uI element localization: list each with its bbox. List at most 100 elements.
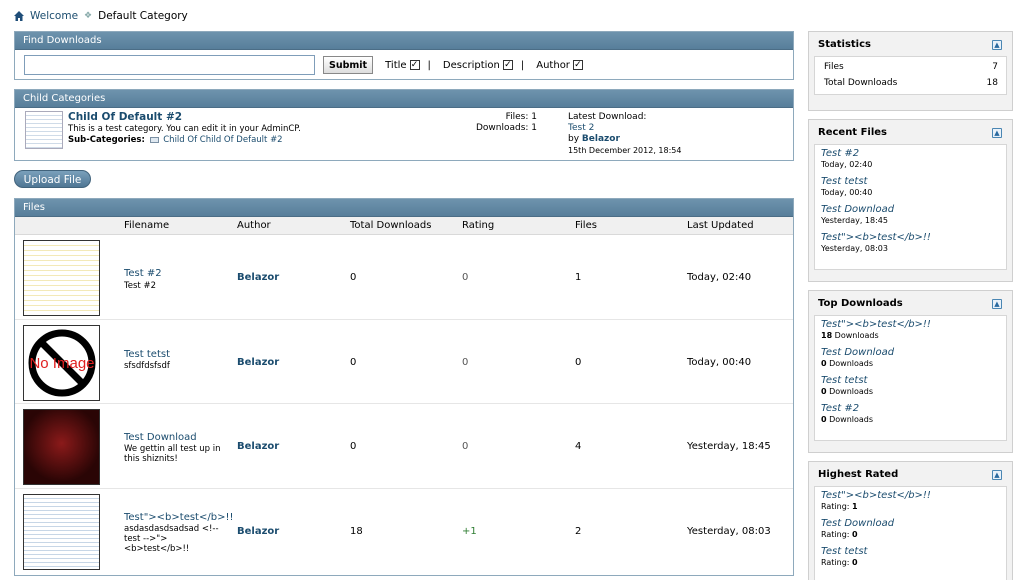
rating-label: Rating: xyxy=(821,530,853,539)
file-author-link[interactable]: Belazor xyxy=(237,441,279,452)
download-count-unit: Downloads xyxy=(826,415,874,424)
top-download-link[interactable]: Test #2 xyxy=(821,403,1000,415)
option-title-label: Title xyxy=(385,59,407,71)
breadcrumb-current: Default Category xyxy=(98,10,188,22)
file-thumbnail[interactable] xyxy=(23,409,100,485)
top-download-link[interactable]: Test Download xyxy=(821,347,1000,359)
breadcrumb-home-link[interactable]: Welcome xyxy=(30,10,78,22)
collapse-icon[interactable]: ▲ xyxy=(992,40,1002,50)
upload-file-button[interactable]: Upload File xyxy=(14,170,91,188)
author-checkbox[interactable]: ✓ xyxy=(572,60,583,70)
file-name-link[interactable]: Test"><b>test</b>!! xyxy=(124,512,233,523)
top-downloads-header: Top Downloads ▲ xyxy=(809,291,1012,315)
recent-files-panel: Recent Files ▲ Test #2 Today, 02:40 Test… xyxy=(808,119,1013,282)
recent-file-time: Today, 00:40 xyxy=(821,188,873,197)
statistics-panel: Statistics ▲ Files 7 Total Downloads 18 xyxy=(808,31,1013,111)
file-row: Test Download We gettin all test up in t… xyxy=(15,404,793,489)
submit-button[interactable]: Submit xyxy=(323,56,374,74)
col-files[interactable]: Files xyxy=(575,220,597,231)
sub-category-link[interactable]: Child Of Child Of Default #2 xyxy=(163,135,282,145)
highest-rated-link[interactable]: Test"><b>test</b>!! xyxy=(821,490,1000,502)
collapse-icon[interactable]: ▲ xyxy=(992,470,1002,480)
find-downloads-header: Find Downloads xyxy=(15,32,793,50)
category-files: Files: 1 xyxy=(505,112,537,122)
file-name-link[interactable]: Test tetst xyxy=(124,349,170,360)
col-filename[interactable]: Filename xyxy=(124,220,169,231)
stat-row: Total Downloads 18 xyxy=(824,75,998,91)
child-categories-header: Child Categories xyxy=(15,90,793,108)
folder-icon xyxy=(149,136,159,143)
latest-file-link[interactable]: Test 2 xyxy=(568,123,681,134)
by-label: by xyxy=(568,134,580,144)
search-input[interactable] xyxy=(24,55,315,75)
latest-date: 15th December 2012, 18:54 xyxy=(568,146,682,155)
file-description: Test #2 xyxy=(124,281,156,291)
recent-file-link[interactable]: Test #2 xyxy=(821,148,1000,160)
file-downloads: 0 xyxy=(350,272,357,283)
download-count-unit: Downloads xyxy=(826,387,874,396)
rating-value: 1 xyxy=(852,502,858,511)
collapse-icon[interactable]: ▲ xyxy=(992,128,1002,138)
title-checkbox[interactable]: ✓ xyxy=(409,60,420,70)
file-downloads: 18 xyxy=(350,525,363,537)
file-thumbnail[interactable]: No Image xyxy=(23,324,100,401)
recent-file-link[interactable]: Test"><b>test</b>!! xyxy=(821,232,1000,244)
file-author-link[interactable]: Belazor xyxy=(237,272,279,283)
download-count: 0 Downloads xyxy=(821,387,1000,397)
stat-value: 18 xyxy=(986,78,998,88)
top-download-item: Test tetst 0 Downloads xyxy=(821,375,1000,397)
files-header: Files xyxy=(15,199,793,217)
file-description: sfsdfdsfsdf xyxy=(124,360,170,371)
file-row: No Image Test tetst sfsdfdsfsdf Belazor … xyxy=(15,320,793,404)
file-name-link[interactable]: Test Download xyxy=(124,432,197,443)
col-total-downloads[interactable]: Total Downloads xyxy=(350,220,431,231)
recent-files-title: Recent Files xyxy=(818,127,887,138)
category-thumbnail[interactable] xyxy=(25,111,63,149)
description-checkbox[interactable]: ✓ xyxy=(502,60,513,70)
file-count: 0 xyxy=(575,356,582,368)
highest-rated-link[interactable]: Test Download xyxy=(821,518,1000,530)
category-downloads: Downloads: 1 xyxy=(475,123,537,133)
col-last-updated[interactable]: Last Updated xyxy=(687,220,754,231)
file-author-link[interactable]: Belazor xyxy=(237,526,279,537)
breadcrumb-separator-icon: ❖ xyxy=(84,11,93,21)
collapse-icon[interactable]: ▲ xyxy=(992,299,1002,309)
category-link[interactable]: Child Of Default #2 xyxy=(68,111,182,123)
recent-file-link[interactable]: Test tetst xyxy=(821,176,1000,188)
col-rating[interactable]: Rating xyxy=(462,220,494,231)
file-thumbnail[interactable] xyxy=(23,493,100,570)
recent-file-item: Test Download Yesterday, 18:45 xyxy=(821,204,1000,226)
file-name-link[interactable]: Test #2 xyxy=(124,268,162,279)
option-author[interactable]: Author ✓ xyxy=(536,60,583,71)
download-count-unit: Downloads xyxy=(832,331,879,340)
highest-rated-item: Test"><b>test</b>!! Rating: 1 xyxy=(821,490,1000,512)
file-author-link[interactable]: Belazor xyxy=(237,357,279,368)
rating-value: 0 xyxy=(852,558,858,567)
recent-file-item: Test #2 Today, 02:40 xyxy=(821,148,1000,170)
file-rating: +1 xyxy=(462,525,477,537)
recent-file-link[interactable]: Test Download xyxy=(821,204,1000,216)
highest-rated-title: Highest Rated xyxy=(818,469,899,480)
file-downloads: 0 xyxy=(350,441,357,452)
option-description[interactable]: Description ✓ xyxy=(443,60,513,71)
file-thumbnail[interactable] xyxy=(23,240,100,316)
top-download-link[interactable]: Test"><b>test</b>!! xyxy=(821,319,1000,331)
rating-label: Rating: xyxy=(821,558,853,567)
highest-rated-link[interactable]: Test tetst xyxy=(821,546,1000,558)
top-download-item: Test Download 0 Downloads xyxy=(821,347,1000,369)
file-updated: Today, 02:40 xyxy=(687,272,752,283)
home-icon[interactable] xyxy=(14,11,24,21)
statistics-title: Statistics xyxy=(818,39,871,50)
recent-file-time: Today, 02:40 xyxy=(821,160,873,169)
top-download-link[interactable]: Test tetst xyxy=(821,375,1000,387)
stat-label: Total Downloads xyxy=(824,78,898,88)
highest-rated-item: Test Download Rating: 0 xyxy=(821,518,1000,540)
file-updated: Yesterday, 18:45 xyxy=(687,441,771,452)
stat-row: Files 7 xyxy=(824,59,998,75)
latest-author-link[interactable]: Belazor xyxy=(582,134,620,144)
col-author[interactable]: Author xyxy=(237,220,271,231)
file-rating: 0 xyxy=(462,441,469,452)
rating: Rating: 0 xyxy=(821,558,1000,568)
statistics-header: Statistics ▲ xyxy=(809,32,1012,56)
option-title[interactable]: Title ✓ xyxy=(385,59,420,71)
